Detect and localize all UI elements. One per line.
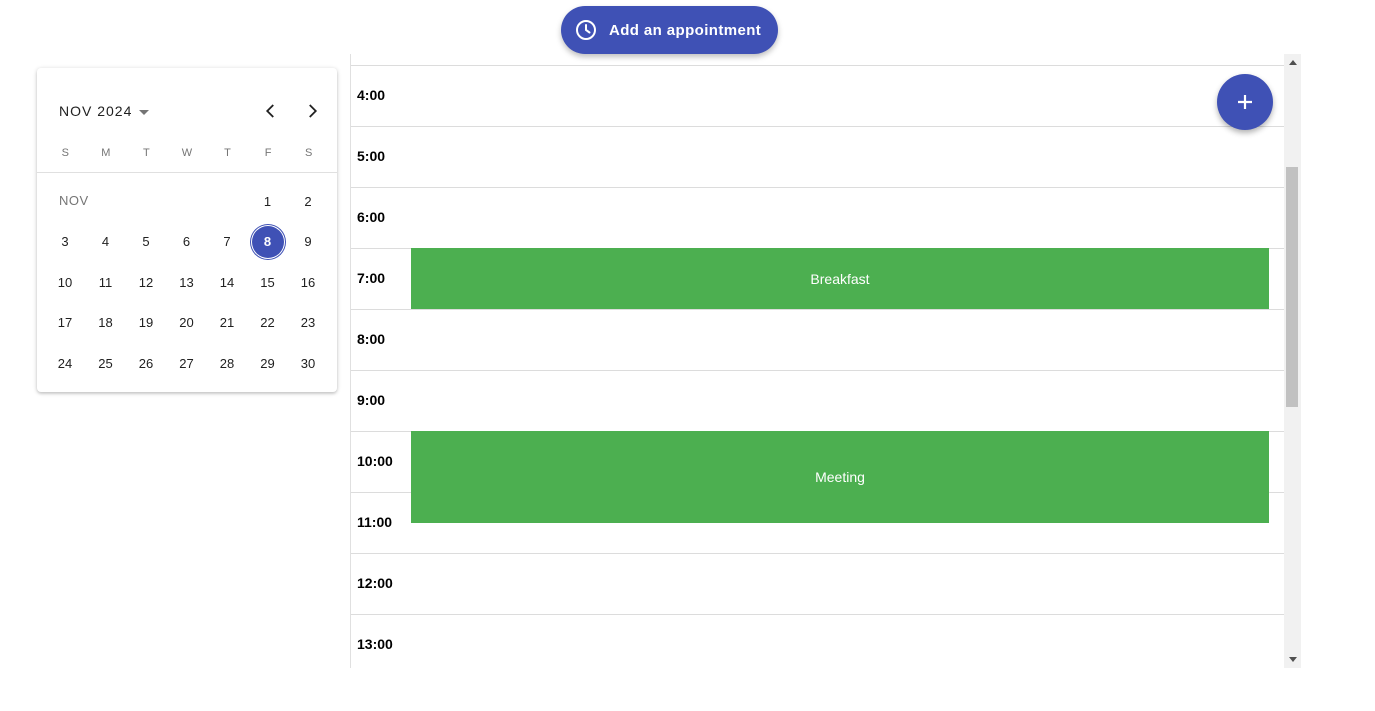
day-cell[interactable]: 18 — [89, 306, 123, 340]
scroll-down-button[interactable] — [1284, 651, 1301, 668]
hour-divider — [351, 65, 1284, 66]
weekday-label: M — [101, 147, 111, 159]
day-cell[interactable]: 23 — [291, 306, 325, 340]
weekday-label: T — [224, 147, 231, 159]
day-cell[interactable]: 11 — [89, 265, 123, 299]
date-picker: NOV 2024 S M T W T F S NOV 1 2 3 4 5 6 7 8 9 10 11… — [37, 68, 337, 392]
hour-label: 10:00 — [357, 453, 393, 469]
hour-divider — [351, 187, 1284, 188]
day-cell[interactable]: 17 — [48, 306, 82, 340]
hour-label: 5:00 — [357, 148, 386, 164]
weekday-label: W — [181, 147, 193, 159]
month-year-selector[interactable]: NOV 2024 — [59, 101, 150, 121]
day-cell[interactable]: 12 — [129, 265, 163, 299]
weekday-header: S M T W T F S — [45, 147, 329, 159]
day-cell[interactable]: 16 — [291, 265, 325, 299]
day-cell[interactable]: 10 — [48, 265, 82, 299]
hour-label: 8:00 — [357, 331, 386, 347]
day-cell[interactable]: 26 — [129, 346, 163, 380]
day-cell[interactable]: 15 — [251, 265, 285, 299]
day-cell[interactable]: 14 — [210, 265, 244, 299]
day-schedule: 4:00 5:00 6:00 7:00 8:00 9:00 10:00 11:00 12:00 1… — [350, 54, 1284, 668]
hour-divider — [351, 370, 1284, 371]
weekday-label: S — [61, 147, 69, 159]
day-cell[interactable]: 19 — [129, 306, 163, 340]
month-label: NOV — [59, 193, 89, 208]
day-cell[interactable]: 5 — [129, 225, 163, 259]
day-cell[interactable]: 2 — [291, 184, 325, 218]
schedule-scrollbar[interactable] — [1284, 54, 1301, 668]
clock-icon — [576, 20, 596, 40]
weekday-label: F — [264, 147, 272, 159]
dropdown-caret-icon — [139, 109, 150, 115]
divider — [37, 172, 337, 173]
day-cell[interactable]: 25 — [89, 346, 123, 380]
triangle-down-icon — [1288, 657, 1297, 662]
triangle-up-icon — [1288, 60, 1297, 65]
day-cell[interactable]: 28 — [210, 346, 244, 380]
day-cell[interactable]: 22 — [251, 306, 285, 340]
day-cell[interactable]: 9 — [291, 225, 325, 259]
next-month-button[interactable] — [298, 97, 326, 125]
day-cell[interactable]: 30 — [291, 346, 325, 380]
appointment-block[interactable]: Breakfast — [411, 248, 1269, 309]
add-fab-button[interactable] — [1217, 74, 1273, 130]
chevron-right-icon — [309, 104, 318, 118]
day-cell[interactable]: 1 — [251, 184, 285, 218]
scroll-up-button[interactable] — [1284, 54, 1301, 71]
month-year-label: NOV 2024 — [59, 103, 133, 119]
plus-icon — [1238, 95, 1252, 109]
hour-divider — [351, 126, 1284, 127]
appointment-block[interactable]: Meeting — [411, 431, 1269, 523]
day-cell[interactable]: 24 — [48, 346, 82, 380]
hour-divider — [351, 309, 1284, 310]
day-cell[interactable]: 27 — [170, 346, 204, 380]
day-cell[interactable]: 20 — [170, 306, 204, 340]
hour-label: 13:00 — [357, 636, 393, 652]
weekday-label: S — [304, 147, 313, 159]
chevron-left-icon — [265, 104, 274, 118]
day-cell[interactable]: 7 — [210, 225, 244, 259]
scrollbar-thumb[interactable] — [1286, 167, 1298, 407]
day-cell[interactable]: 29 — [251, 346, 285, 380]
day-cell[interactable]: 13 — [170, 265, 204, 299]
hour-label: 4:00 — [357, 87, 386, 103]
hour-label: 7:00 — [357, 270, 386, 286]
add-appointment-label: Add an appointment — [609, 21, 762, 39]
hour-label: 9:00 — [357, 392, 386, 408]
weekday-label: T — [143, 147, 150, 159]
hour-label: 11:00 — [357, 514, 393, 530]
previous-month-button[interactable] — [257, 97, 285, 125]
hour-label: 6:00 — [357, 209, 386, 225]
hour-divider — [351, 614, 1284, 615]
day-cell[interactable]: 6 — [170, 225, 204, 259]
add-appointment-button[interactable]: Add an appointment — [561, 6, 778, 54]
hour-divider — [351, 553, 1284, 554]
day-cell[interactable]: 21 — [210, 306, 244, 340]
day-cell-selected[interactable]: 8 — [250, 224, 285, 259]
day-cell[interactable]: 4 — [89, 225, 123, 259]
hour-label: 12:00 — [357, 575, 393, 591]
day-cell[interactable]: 3 — [48, 225, 82, 259]
